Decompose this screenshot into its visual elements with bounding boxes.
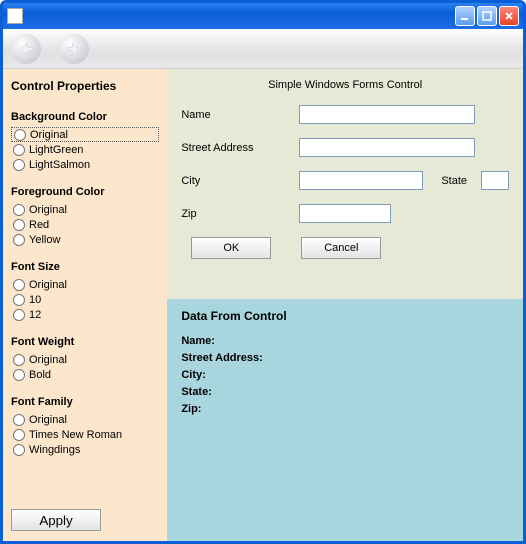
sidebar-heading: Control Properties [11,79,159,93]
radio-bg-original[interactable]: Original [11,127,159,142]
data-label-state: State: [181,386,212,398]
radio-input[interactable] [13,309,25,321]
zip-field[interactable] [299,204,391,223]
label-street: Street Address [181,142,299,154]
radio-bg-lightgreen[interactable]: LightGreen [11,142,159,157]
label-name: Name [181,109,299,121]
main-area: Control Properties Background Color Orig… [3,69,523,541]
ok-button[interactable]: OK [191,237,271,259]
group-bg: Original LightGreen LightSalmon [11,127,159,172]
group-size-title: Font Size [11,261,159,273]
data-label-zip: Zip: [181,403,201,415]
radio-input[interactable] [13,144,25,156]
radio-input[interactable] [13,429,25,441]
sidebar: Control Properties Background Color Orig… [3,69,167,541]
app-icon [7,8,23,24]
radio-input[interactable] [13,159,25,171]
window-buttons [455,6,519,26]
group-family: Original Times New Roman Wingdings [11,412,159,457]
data-label-name: Name: [181,335,215,347]
name-field[interactable] [299,105,475,124]
radio-family-tnr[interactable]: Times New Roman [11,427,159,442]
group-weight-title: Font Weight [11,336,159,348]
label-state: State [441,175,467,187]
data-heading: Data From Control [181,309,509,323]
data-label-street: Street Address: [181,352,263,364]
data-panel: Data From Control Name: Street Address: … [167,299,523,541]
forward-button[interactable] [59,34,89,64]
radio-input[interactable] [13,294,25,306]
radio-size-10[interactable]: 10 [11,292,159,307]
titlebar [3,3,523,29]
radio-family-original[interactable]: Original [11,412,159,427]
group-family-title: Font Family [11,396,159,408]
maximize-button[interactable] [477,6,497,26]
apply-button[interactable]: Apply [11,509,101,531]
radio-input[interactable] [13,234,25,246]
toolbar [3,29,523,69]
radio-weight-original[interactable]: Original [11,352,159,367]
radio-input[interactable] [13,204,25,216]
city-field[interactable] [299,171,423,190]
arrow-right-icon [64,39,84,59]
group-fg-title: Foreground Color [11,186,159,198]
radio-fg-red[interactable]: Red [11,217,159,232]
arrow-left-icon [16,39,36,59]
radio-input[interactable] [14,129,26,141]
label-city: City [181,175,299,187]
radio-size-12[interactable]: 12 [11,307,159,322]
close-button[interactable] [499,6,519,26]
group-bg-title: Background Color [11,111,159,123]
radio-input[interactable] [13,444,25,456]
radio-weight-bold[interactable]: Bold [11,367,159,382]
back-button[interactable] [11,34,41,64]
radio-input[interactable] [13,354,25,366]
cancel-button[interactable]: Cancel [301,237,381,259]
window: Control Properties Background Color Orig… [0,0,526,544]
street-field[interactable] [299,138,475,157]
label-zip: Zip [181,208,299,220]
radio-bg-lightsalmon[interactable]: LightSalmon [11,157,159,172]
right-column: Simple Windows Forms Control Name Street… [167,69,523,541]
radio-fg-original[interactable]: Original [11,202,159,217]
radio-input[interactable] [13,219,25,231]
state-field[interactable] [481,171,509,190]
data-label-city: City: [181,369,205,381]
group-weight: Original Bold [11,352,159,382]
form-panel: Simple Windows Forms Control Name Street… [167,69,523,299]
form-title: Simple Windows Forms Control [181,79,509,91]
radio-size-original[interactable]: Original [11,277,159,292]
radio-input[interactable] [13,279,25,291]
radio-input[interactable] [13,414,25,426]
radio-fg-yellow[interactable]: Yellow [11,232,159,247]
group-fg: Original Red Yellow [11,202,159,247]
group-size: Original 10 12 [11,277,159,322]
minimize-button[interactable] [455,6,475,26]
radio-input[interactable] [13,369,25,381]
radio-family-wingdings[interactable]: Wingdings [11,442,159,457]
